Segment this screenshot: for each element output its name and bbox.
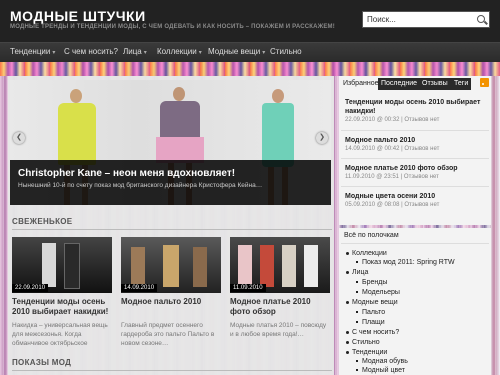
post-title[interactable]: Тенденции моды осень 2010 выбирает накид… bbox=[12, 297, 112, 317]
slider-excerpt: Нынешний 10-й по счету показ мод британс… bbox=[18, 182, 263, 189]
sidebar-post[interactable]: Модные цвета осени 2010 05.09.2010 @ 08:… bbox=[345, 192, 487, 208]
main-nav: Тенденции ▾ С чем носить? Лица ▾ Коллекции… bbox=[0, 42, 500, 62]
widget-title: Всё по полочкам bbox=[344, 232, 399, 239]
post-title[interactable]: Модное пальто 2010 bbox=[121, 297, 221, 307]
nav-item-stylish[interactable]: Стильно bbox=[270, 47, 302, 56]
site-tagline: МОДНЫЕ ТРЕНДЫ И ТЕНДЕНЦИИ МОДЫ, С ЧЕМ ОД… bbox=[10, 24, 335, 30]
post-excerpt: Накидка – универсальная вещь для межсезо… bbox=[12, 322, 108, 347]
post-date: 14.09.2010 bbox=[121, 284, 158, 292]
slider-caption[interactable]: Christopher Kane – неон меня вдохновляет… bbox=[10, 160, 331, 205]
tab-tags[interactable]: Теги bbox=[451, 78, 472, 90]
section-heading-shows: ПОКАЗЫ МОД bbox=[12, 358, 72, 367]
category-link[interactable]: Модные вещи bbox=[346, 298, 398, 307]
chevron-right-icon: ❯ bbox=[319, 134, 325, 141]
category-link[interactable]: Модный цвет bbox=[355, 366, 405, 375]
sidebar-post-meta: 22.09.2010 @ 00:32 | Отзывов нет bbox=[345, 117, 440, 123]
chevron-down-icon: ▾ bbox=[198, 50, 202, 56]
category-link[interactable]: Модная обувь bbox=[356, 357, 408, 366]
category-link[interactable]: Пальто bbox=[355, 308, 385, 317]
divider bbox=[12, 229, 332, 230]
category-link[interactable]: Плащи bbox=[356, 318, 385, 327]
post-date: 22.09.2010 bbox=[12, 284, 49, 292]
nav-item-collections[interactable]: Коллекции ▾ bbox=[157, 47, 202, 56]
chevron-down-icon: ▾ bbox=[262, 50, 266, 56]
post-excerpt: Модные платья 2010 – повсюду и в любое в… bbox=[230, 322, 327, 338]
sidebar-post-title[interactable]: Модное пальто 2010 bbox=[345, 136, 487, 145]
site-header: МОДНЫЕ ШТУЧКИ МОДНЫЕ ТРЕНДЫ И ТЕНДЕНЦИИ … bbox=[0, 0, 500, 42]
chevron-left-icon: ❮ bbox=[16, 134, 22, 141]
search-box[interactable] bbox=[362, 11, 490, 28]
sidebar-post[interactable]: Тенденции моды осень 2010 выбирает накид… bbox=[345, 98, 487, 123]
tab-favorites[interactable]: Избранное bbox=[340, 78, 382, 90]
divider bbox=[341, 158, 489, 159]
category-link[interactable]: Коллекции bbox=[346, 249, 387, 258]
nav-item-fashion-items[interactable]: Модные вещи ▾ bbox=[208, 47, 265, 56]
category-link[interactable]: Лица bbox=[345, 268, 368, 277]
search-icon[interactable] bbox=[477, 15, 485, 23]
sidebar-post-meta: 11.09.2010 @ 23:51 | Отзывов нет bbox=[345, 174, 439, 180]
category-link[interactable]: Показ мод 2011: Spring RTW bbox=[356, 258, 455, 267]
tab-latest[interactable]: Последние bbox=[378, 78, 421, 90]
chevron-down-icon: ▾ bbox=[52, 50, 56, 56]
divider bbox=[12, 370, 332, 371]
slider-title[interactable]: Christopher Kane – неон меня вдохновляет… bbox=[18, 168, 235, 179]
nav-item-tendencies[interactable]: Тенденции ▾ bbox=[10, 47, 55, 56]
sidebar-post-title[interactable]: Модное платье 2010 фото обзор bbox=[345, 164, 487, 173]
site-title[interactable]: МОДНЫЕ ШТУЧКИ bbox=[10, 8, 146, 24]
category-link[interactable]: С чем носить? bbox=[345, 328, 399, 337]
rss-icon[interactable] bbox=[480, 78, 489, 87]
nav-item-what-to-wear[interactable]: С чем носить? bbox=[64, 47, 118, 56]
sidebar-post-title[interactable]: Модные цвета осени 2010 bbox=[345, 192, 487, 201]
divider bbox=[341, 243, 489, 244]
search-input[interactable] bbox=[363, 12, 467, 27]
section-heading-fresh: СВЕЖЕНЬКОЕ bbox=[12, 217, 73, 226]
sidebar-post[interactable]: Модное пальто 2010 14.09.2010 @ 00:42 | … bbox=[345, 136, 487, 152]
slider-prev-button[interactable]: ❮ bbox=[13, 132, 25, 144]
sidebar-post[interactable]: Модное платье 2010 фото обзор 11.09.2010… bbox=[345, 164, 487, 180]
sidebar-post-meta: 05.09.2010 @ 08:08 | Отзывов нет bbox=[345, 202, 440, 208]
category-link[interactable]: Стильно bbox=[346, 338, 380, 347]
chevron-down-icon: ▾ bbox=[143, 50, 147, 56]
category-link[interactable]: Бренды bbox=[355, 278, 387, 287]
background-accent-strip bbox=[0, 62, 500, 76]
tab-comments[interactable]: Отзывы bbox=[419, 78, 451, 90]
category-link[interactable]: Тенденции bbox=[345, 348, 387, 357]
slider-next-button[interactable]: ❯ bbox=[316, 132, 328, 144]
nav-item-faces[interactable]: Лица ▾ bbox=[123, 47, 147, 56]
divider bbox=[341, 186, 489, 187]
category-link[interactable]: Модельеры bbox=[356, 288, 400, 297]
sidebar-post-title[interactable]: Тенденции моды осень 2010 выбирает накид… bbox=[345, 98, 487, 116]
post-excerpt: Главный предмет осеннего гардероба это п… bbox=[121, 322, 215, 347]
sidebar-post-meta: 14.09.2010 @ 00:42 | Отзывов нет bbox=[345, 146, 440, 152]
divider bbox=[341, 130, 489, 131]
post-date: 11.09.2010 bbox=[230, 284, 266, 292]
post-title[interactable]: Модное платье 2010 фото обзор bbox=[230, 297, 330, 317]
